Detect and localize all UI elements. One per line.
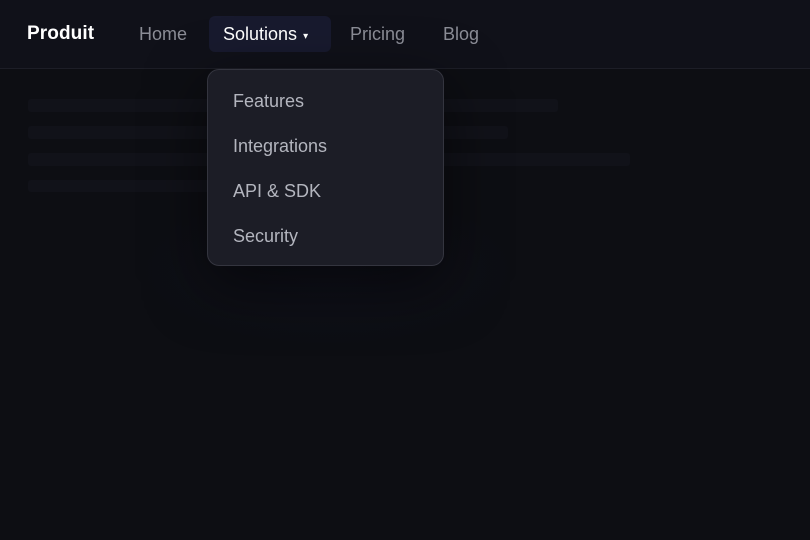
nav-link-home[interactable]: Home <box>139 16 187 52</box>
nav-link-solutions[interactable]: Solutions ▾ <box>209 16 331 52</box>
brand-logo-text[interactable]: Produit <box>27 23 94 45</box>
dropdown-item-api-sdk[interactable]: API & SDK <box>208 170 443 215</box>
chevron-down-icon: ▾ <box>303 31 309 42</box>
top-navigation-bar: Produit Home Solutions ▾ Pricing Blog <box>0 0 810 69</box>
nav-link-pricing[interactable]: Pricing <box>350 16 405 52</box>
nav-link-solutions-label: Solutions <box>223 24 298 44</box>
dropdown-item-features[interactable]: Features <box>208 80 443 125</box>
dropdown-item-security[interactable]: Security <box>208 215 443 260</box>
dropdown-item-integrations[interactable]: Integrations <box>208 125 443 170</box>
nav-link-blog[interactable]: Blog <box>443 16 479 52</box>
solutions-dropdown-menu: Features Integrations API & SDK Security <box>207 69 444 266</box>
